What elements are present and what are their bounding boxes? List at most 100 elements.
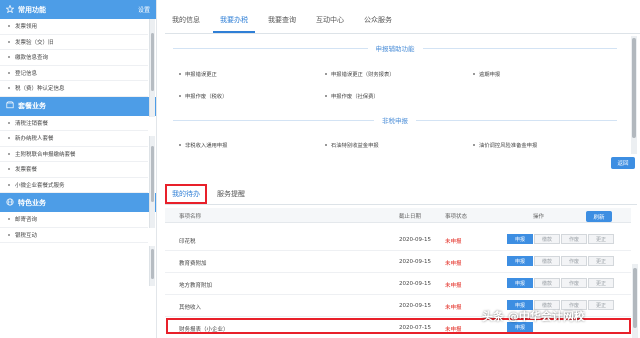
filing-link-label: 申报错误更正（财务报表） bbox=[331, 72, 395, 78]
pay-button[interactable]: 缴款 bbox=[534, 278, 560, 288]
sidebar-item-label: 清税注销套餐 bbox=[15, 120, 49, 127]
sidebar-item-label: 发票套餐 bbox=[15, 167, 38, 174]
sidebar-scrollbar-feature[interactable] bbox=[149, 246, 155, 286]
sidebar-item[interactable]: 登记信息 bbox=[0, 66, 148, 81]
sidebar-scrollbar-package[interactable] bbox=[149, 136, 155, 228]
sidebar-item[interactable]: 主附税联合申报缴纳套餐 bbox=[0, 147, 148, 162]
tab-query[interactable]: 我要查询 bbox=[261, 15, 303, 33]
todo-table-header: 事项名称 截止日期 事项状态 操作 bbox=[165, 208, 631, 223]
scrollbar-thumb[interactable] bbox=[632, 38, 636, 138]
bullet-icon bbox=[8, 25, 10, 28]
sidebar-item[interactable]: 银税互动 bbox=[0, 228, 148, 243]
tab-my-todo[interactable]: 我的待办 bbox=[165, 184, 207, 204]
header-ops: 操作 bbox=[533, 214, 545, 220]
globe-icon bbox=[6, 197, 14, 208]
divider bbox=[173, 47, 368, 49]
filing-link[interactable]: 逾期申报 bbox=[473, 70, 500, 78]
file-button[interactable]: 申报 bbox=[507, 256, 533, 266]
scrollbar-thumb[interactable] bbox=[151, 33, 154, 91]
bullet-icon bbox=[8, 87, 10, 90]
sidebar-item[interactable]: 缴款信息查询 bbox=[0, 50, 148, 66]
header-status: 事项状态 bbox=[445, 214, 468, 220]
sidebar-item[interactable]: 邮寄咨询 bbox=[0, 212, 148, 228]
correct-button[interactable]: 更正 bbox=[588, 278, 614, 288]
tab-public-service[interactable]: 公众服务 bbox=[357, 15, 399, 33]
sidebar-item-label: 银税互动 bbox=[15, 232, 38, 239]
sidebar-item-label: 发票领用 bbox=[15, 24, 38, 31]
correct-button[interactable]: 更正 bbox=[588, 300, 614, 310]
bullet-icon bbox=[325, 144, 327, 146]
sidebar-section-feature[interactable]: 特色业务 bbox=[0, 193, 156, 212]
bullet-icon bbox=[473, 73, 475, 75]
refresh-button[interactable]: 刷新 bbox=[586, 211, 612, 222]
tab-interaction-center[interactable]: 互动中心 bbox=[309, 15, 351, 33]
sidebar-item[interactable]: 发票验（交）旧 bbox=[0, 35, 148, 50]
divider bbox=[422, 47, 617, 49]
correct-button[interactable]: 更正 bbox=[588, 234, 614, 244]
void-button[interactable]: 作废 bbox=[561, 234, 587, 244]
bullet-icon bbox=[179, 73, 181, 75]
scrollbar-thumb[interactable] bbox=[633, 268, 637, 328]
bullet-icon bbox=[8, 183, 10, 186]
filing-panel: 申报辅助功能 申报错误更正 申报错误更正（财务报表） 逾期申报 申报作废（税收）… bbox=[165, 34, 632, 174]
sidebar-section-title: 常用功能 bbox=[18, 5, 46, 14]
sidebar-item[interactable]: 发票领用 bbox=[0, 19, 148, 35]
void-button[interactable]: 作废 bbox=[561, 256, 587, 266]
scrollbar-thumb[interactable] bbox=[151, 249, 154, 279]
item-name: 地方教育附加 bbox=[179, 283, 213, 289]
tab-my-info[interactable]: 我的信息 bbox=[165, 15, 207, 33]
filing-link-label: 申报错误更正 bbox=[185, 72, 217, 78]
pay-button[interactable]: 缴款 bbox=[534, 234, 560, 244]
filing-scrollbar[interactable] bbox=[631, 36, 637, 154]
bullet-icon bbox=[8, 137, 10, 140]
tab-tax-filing[interactable]: 我要办税 bbox=[213, 15, 255, 33]
bullet-icon bbox=[8, 71, 10, 74]
correct-button[interactable]: 更正 bbox=[588, 256, 614, 266]
void-button[interactable]: 作废 bbox=[561, 278, 587, 288]
sidebar-section-package[interactable]: 套餐业务 bbox=[0, 96, 156, 116]
sidebar-item[interactable]: 清税注销套餐 bbox=[0, 116, 148, 131]
table-scrollbar[interactable] bbox=[632, 264, 638, 338]
divider bbox=[416, 119, 617, 121]
sidebar-item[interactable]: 小微企业套餐式服务 bbox=[0, 178, 148, 193]
filing-link[interactable]: 申报作废（社保费） bbox=[325, 92, 379, 100]
filing-link[interactable]: 申报作废（税收） bbox=[179, 92, 227, 100]
settings-link[interactable]: 设置 bbox=[138, 5, 150, 14]
sidebar-section-common[interactable]: 常用功能 设置 bbox=[0, 0, 156, 19]
filing-link[interactable]: 申报错误更正 bbox=[179, 70, 217, 78]
sidebar-item-label: 税（费）种认定信息 bbox=[15, 86, 65, 93]
filing-link[interactable]: 非税收入通用申报 bbox=[179, 141, 227, 149]
filing-link-label: 申报作废（税收） bbox=[185, 94, 228, 100]
sidebar-item[interactable]: 新办纳税人套餐 bbox=[0, 131, 148, 147]
bullet-icon bbox=[325, 95, 327, 97]
filing-link[interactable]: 申报错误更正（财务报表） bbox=[325, 70, 395, 78]
file-button[interactable]: 申报 bbox=[507, 278, 533, 288]
item-deadline: 2020-09-15 bbox=[399, 259, 431, 265]
file-button[interactable]: 申报 bbox=[507, 234, 533, 244]
tab-service-reminder[interactable]: 服务提醒 bbox=[211, 189, 251, 204]
filing-link-label: 申报作废（社保费） bbox=[331, 94, 379, 100]
filing-link[interactable]: 石油特别收益金申报 bbox=[325, 141, 379, 149]
section-title-text: 非税申报 bbox=[382, 117, 408, 125]
sidebar-list-package: 清税注销套餐 新办纳税人套餐 主附税联合申报缴纳套餐 发票套餐 小微企业套餐式服… bbox=[0, 116, 156, 193]
sidebar-item[interactable]: 发票套餐 bbox=[0, 162, 148, 178]
pay-button[interactable]: 缴款 bbox=[534, 256, 560, 266]
sidebar-section-title: 特色业务 bbox=[18, 198, 46, 207]
sidebar-scrollbar-common[interactable] bbox=[149, 19, 155, 117]
sidebar-item-label: 小微企业套餐式服务 bbox=[15, 182, 65, 189]
sidebar: 常用功能 设置 发票领用 发票验（交）旧 缴款信息查询 登记信息 税（费）种认定… bbox=[0, 0, 157, 338]
back-button[interactable]: 返回 bbox=[611, 157, 635, 169]
sidebar-item[interactable]: 税（费）种认定信息 bbox=[0, 81, 148, 97]
top-nav: 我的信息 我要办税 我要查询 互动中心 公众服务 bbox=[165, 7, 640, 34]
sidebar-item-label: 登记信息 bbox=[15, 70, 38, 77]
row-actions: 申报 缴款 作废 更正 bbox=[507, 234, 614, 244]
filing-link-label: 油价调控风险准备金申报 bbox=[479, 143, 538, 149]
scrollbar-thumb[interactable] bbox=[151, 146, 154, 202]
bullet-icon bbox=[179, 144, 181, 146]
divider bbox=[173, 119, 374, 121]
filing-link[interactable]: 油价调控风险准备金申报 bbox=[473, 141, 537, 149]
item-status: 未申报 bbox=[445, 261, 462, 267]
nontax-section-title: 非税申报 bbox=[165, 115, 625, 125]
bullet-icon bbox=[179, 95, 181, 97]
assist-section-title: 申报辅助功能 bbox=[165, 43, 625, 53]
